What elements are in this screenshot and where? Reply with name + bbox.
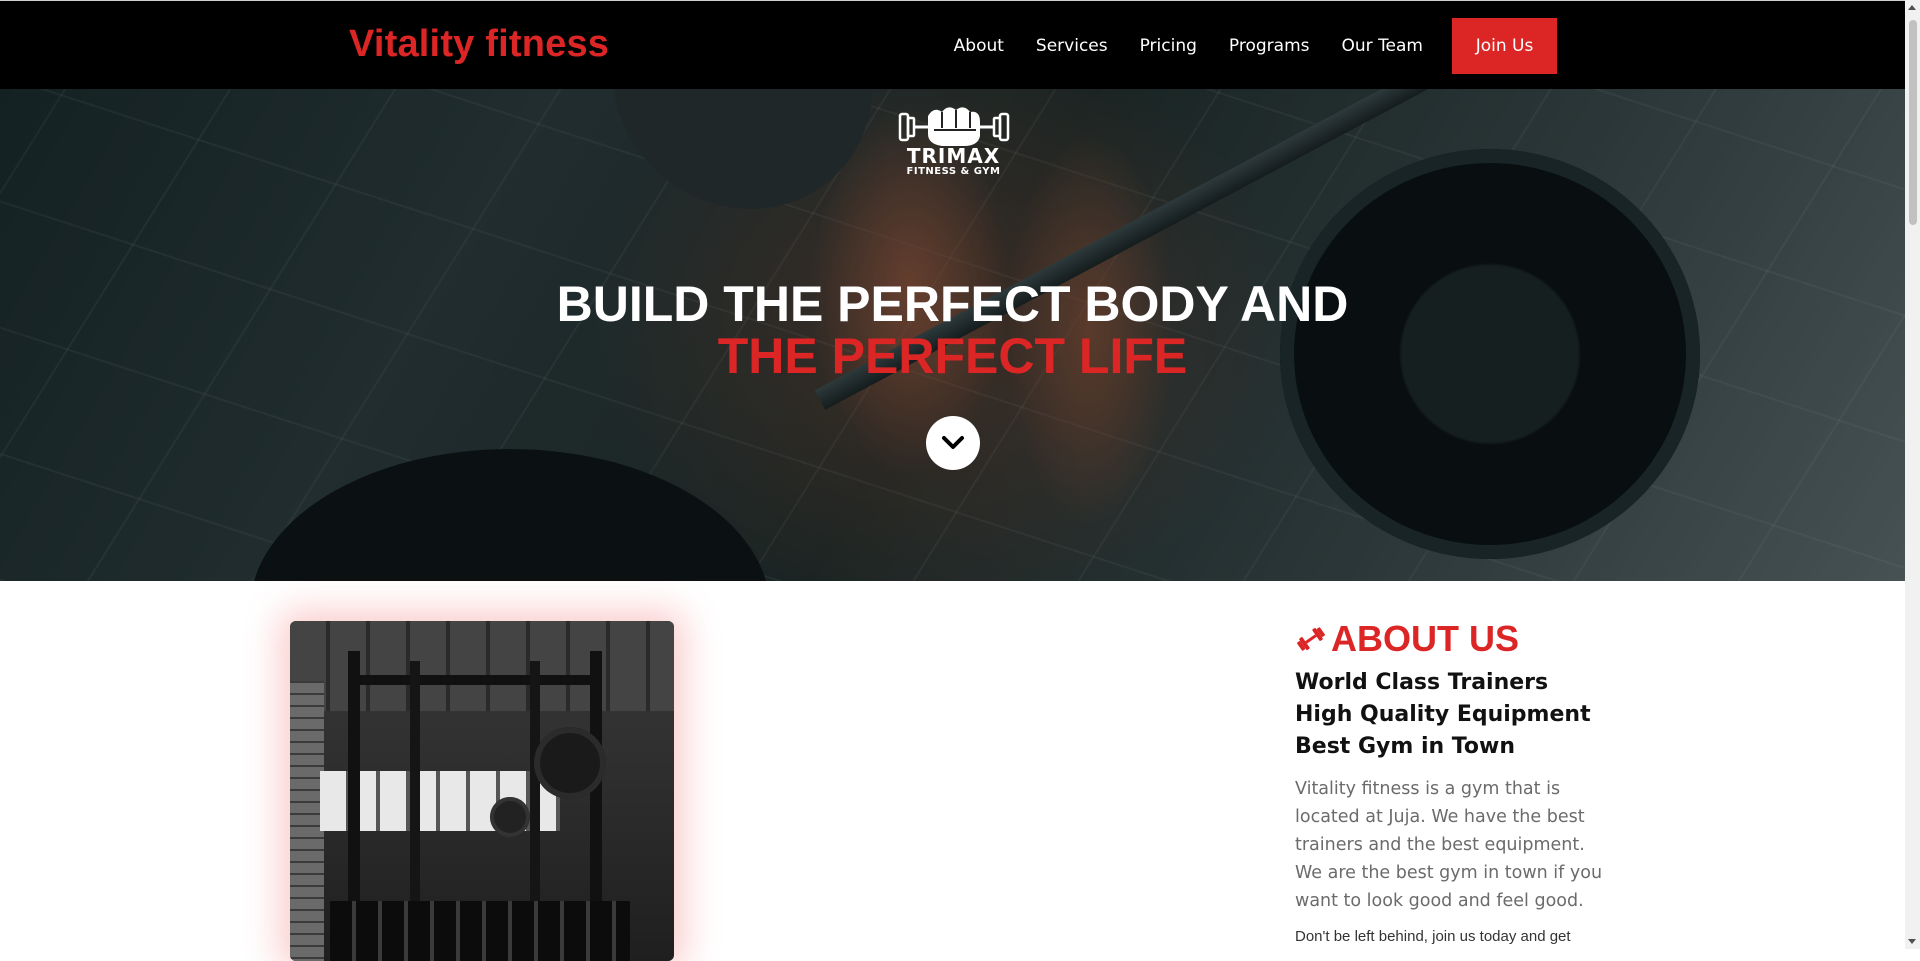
about-heading: ABOUT US: [1295, 617, 1615, 661]
fist-dumbbell-icon: [898, 107, 1009, 146]
brand-logo[interactable]: Vitality fitness: [349, 23, 609, 66]
gym-interior-image: [290, 621, 674, 961]
join-us-button[interactable]: Join Us: [1452, 18, 1557, 74]
photo-weight-plate: [490, 797, 530, 837]
dumbbell-icon: [1297, 627, 1325, 651]
nav-links: About Services Pricing Programs Our Team…: [922, 18, 1557, 74]
nav-link-about[interactable]: About: [954, 36, 1004, 56]
page-scrollbar[interactable]: [1905, 0, 1920, 949]
nav-link-services[interactable]: Services: [1036, 36, 1108, 56]
photo-brick-wall: [290, 681, 324, 961]
photo-dumbbell-rack: [330, 901, 630, 961]
scroll-down-button[interactable]: [926, 416, 980, 470]
about-note: Don't be left behind, join us today and …: [1295, 928, 1571, 945]
about-subheadings: World Class Trainers High Quality Equipm…: [1295, 667, 1615, 763]
about-subheading: High Quality Equipment: [1295, 702, 1591, 727]
about-subheading: World Class Trainers: [1295, 670, 1549, 695]
nav-link-pricing[interactable]: Pricing: [1140, 36, 1197, 56]
gym-logo: TRIMAX FITNESS & GYM: [896, 102, 1011, 194]
scrollbar-thumb[interactable]: [1909, 20, 1917, 225]
hero-section: TRIMAX FITNESS & GYM BUILD THE PERFECT B…: [0, 89, 1905, 581]
about-section: ABOUT US World Class Trainers High Quali…: [1295, 617, 1615, 947]
nav-link-programs[interactable]: Programs: [1229, 36, 1310, 56]
navbar: Vitality fitness About Services Pricing …: [0, 0, 1905, 89]
scroll-up-arrow-icon[interactable]: [1908, 5, 1916, 10]
photo-weight-plate: [534, 727, 606, 799]
logo-name: TRIMAX: [906, 144, 1001, 168]
photo-rack-top: [348, 675, 602, 685]
about-description: Vitality fitness is a gym that is locate…: [1295, 779, 1603, 911]
scroll-down-arrow-icon[interactable]: [1908, 939, 1916, 944]
chevron-down-icon: [942, 436, 964, 449]
about-subheading: Best Gym in Town: [1295, 734, 1515, 759]
nav-link-our-team[interactable]: Our Team: [1342, 36, 1423, 56]
hero-title: BUILD THE PERFECT BODY AND THE PERFECT L…: [0, 278, 1905, 382]
hero-title-line2: THE PERFECT LIFE: [717, 328, 1188, 384]
logo-subtitle: FITNESS & GYM: [906, 166, 1001, 177]
about-heading-text: ABOUT US: [1331, 618, 1519, 659]
hero-title-line1: BUILD THE PERFECT BODY AND: [556, 276, 1349, 332]
